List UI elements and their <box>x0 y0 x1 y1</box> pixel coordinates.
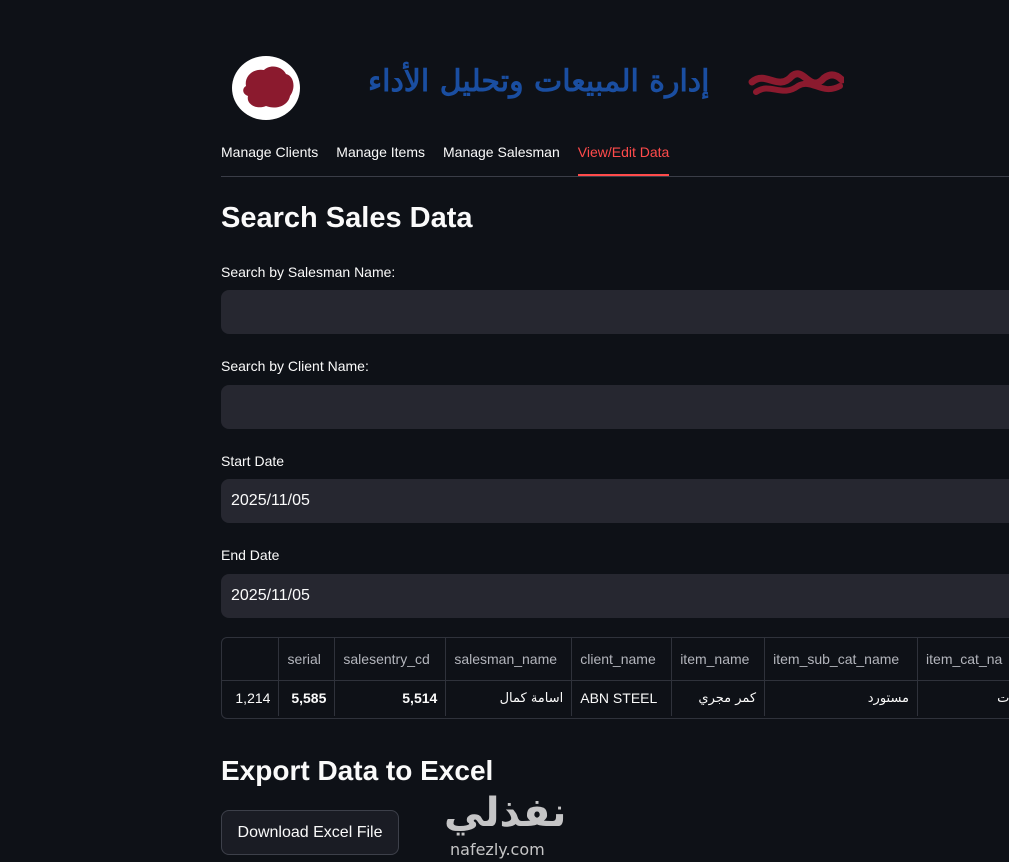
salesman-search-input[interactable] <box>221 290 1009 334</box>
tab-manage-salesman[interactable]: Manage Salesman <box>443 140 560 175</box>
banner-title: إدارة المبيعات وتحليل الأداء <box>368 64 710 99</box>
column-header-item-cat-name[interactable]: item_cat_na <box>917 638 1009 681</box>
client-name-cell[interactable]: ABN STEEL <box>571 680 673 716</box>
table-row[interactable]: 1,214 5,585 5,514 اسامة كمال ABN STEEL ك… <box>222 680 1009 716</box>
tab-view-edit-data[interactable]: View/Edit Data <box>577 140 670 176</box>
column-header-item-name[interactable]: item_name <box>671 638 766 681</box>
logo-blob-icon <box>243 66 294 108</box>
tab-bar: Manage Clients Manage Items Manage Sales… <box>221 140 1009 177</box>
end-date-input[interactable] <box>221 574 1009 618</box>
tab-manage-clients[interactable]: Manage Clients <box>221 140 318 175</box>
export-section-title: Export Data to Excel <box>221 755 494 786</box>
salesman-search-label: Search by Salesman Name: <box>221 264 396 280</box>
tab-manage-items[interactable]: Manage Items <box>336 140 425 175</box>
table-header-row: serial salesentry_cd salesman_name clien… <box>222 638 1009 681</box>
redaction-scribble-icon <box>748 70 844 95</box>
column-header-client-name[interactable]: client_name <box>571 638 673 681</box>
download-excel-button[interactable]: Download Excel File <box>221 810 399 855</box>
end-date-label: End Date <box>221 547 280 563</box>
column-header-index[interactable] <box>222 638 280 681</box>
app-page: إدارة المبيعات وتحليل الأداء Manage Clie… <box>0 0 1009 862</box>
salesentry-cd-cell[interactable]: 5,514 <box>334 680 447 716</box>
search-section-title: Search Sales Data <box>221 202 473 234</box>
column-header-salesentry-cd[interactable]: salesentry_cd <box>334 638 447 681</box>
item-sub-cat-name-cell[interactable]: مستورد <box>764 680 919 716</box>
watermark-logo-text: نفذلي <box>444 790 567 836</box>
start-date-label: Start Date <box>221 453 285 469</box>
start-date-input[interactable] <box>221 479 1009 523</box>
column-header-salesman-name[interactable]: salesman_name <box>445 638 573 681</box>
column-header-item-sub-cat-name[interactable]: item_sub_cat_name <box>764 638 919 681</box>
client-search-input[interactable] <box>221 385 1009 429</box>
watermark-url: nafezly.com <box>450 840 545 859</box>
item-cat-name-cell[interactable]: ات <box>917 680 1009 716</box>
serial-cell[interactable]: 5,585 <box>278 680 336 716</box>
column-header-serial[interactable]: serial <box>278 638 336 681</box>
sales-data-table[interactable]: serial salesentry_cd salesman_name clien… <box>221 637 1009 719</box>
salesman-name-cell[interactable]: اسامة كمال <box>445 680 573 716</box>
client-search-label: Search by Client Name: <box>221 358 369 374</box>
row-index-cell: 1,214 <box>222 680 280 716</box>
company-logo <box>232 56 300 120</box>
item-name-cell[interactable]: كمر مجري <box>671 680 766 716</box>
